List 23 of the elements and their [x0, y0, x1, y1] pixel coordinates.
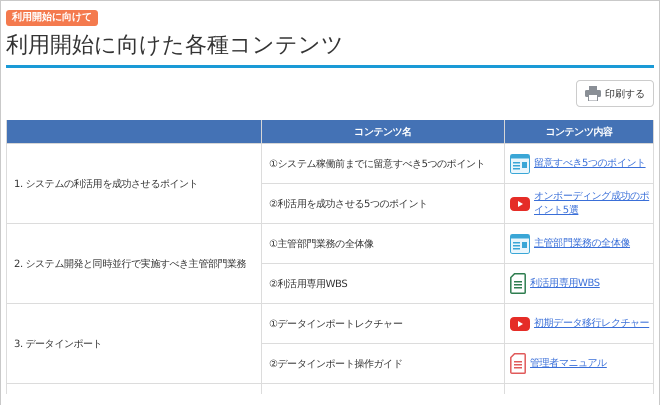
content-name-cell: ②利活用を成功させる5つのポイント: [262, 184, 504, 224]
content-name-cell: ①システム稼働前までに留意すべき5つのポイント: [262, 144, 504, 184]
content-link[interactable]: 利活用専用WBS: [530, 276, 600, 290]
content-name-cell: ②利活用専用WBS: [262, 264, 504, 304]
printer-icon: [585, 86, 601, 101]
content-link[interactable]: 管理者マニュアル: [530, 356, 607, 370]
play-icon: [510, 196, 530, 210]
play-icon: [510, 316, 530, 330]
file-icon: [510, 273, 526, 294]
print-button[interactable]: 印刷する: [576, 80, 654, 107]
topic-cell: 2. システム開発と同時並行で実施すべき主管部門業務: [6, 224, 262, 304]
content-name-cell: ①主管部門業務の全体像: [262, 224, 504, 264]
column-header: コンテンツ名: [262, 120, 504, 144]
document-icon: [510, 234, 530, 254]
category-badge: 利用開始に向けて: [6, 10, 98, 26]
page-title: 利用開始に向けた各種コンテンツ: [6, 33, 345, 59]
column-header: コンテンツ内容: [504, 120, 654, 144]
topic-cell: 1. システムの利活用を成功させるポイント: [6, 144, 262, 224]
document-icon: [510, 154, 530, 174]
content-name-cell: ②データインポート操作ガイド: [262, 344, 504, 384]
content-name-cell: ①データインポートレクチャー: [262, 304, 504, 344]
topic-cell: 3. データインポート: [6, 304, 262, 384]
file-icon: [510, 353, 526, 374]
